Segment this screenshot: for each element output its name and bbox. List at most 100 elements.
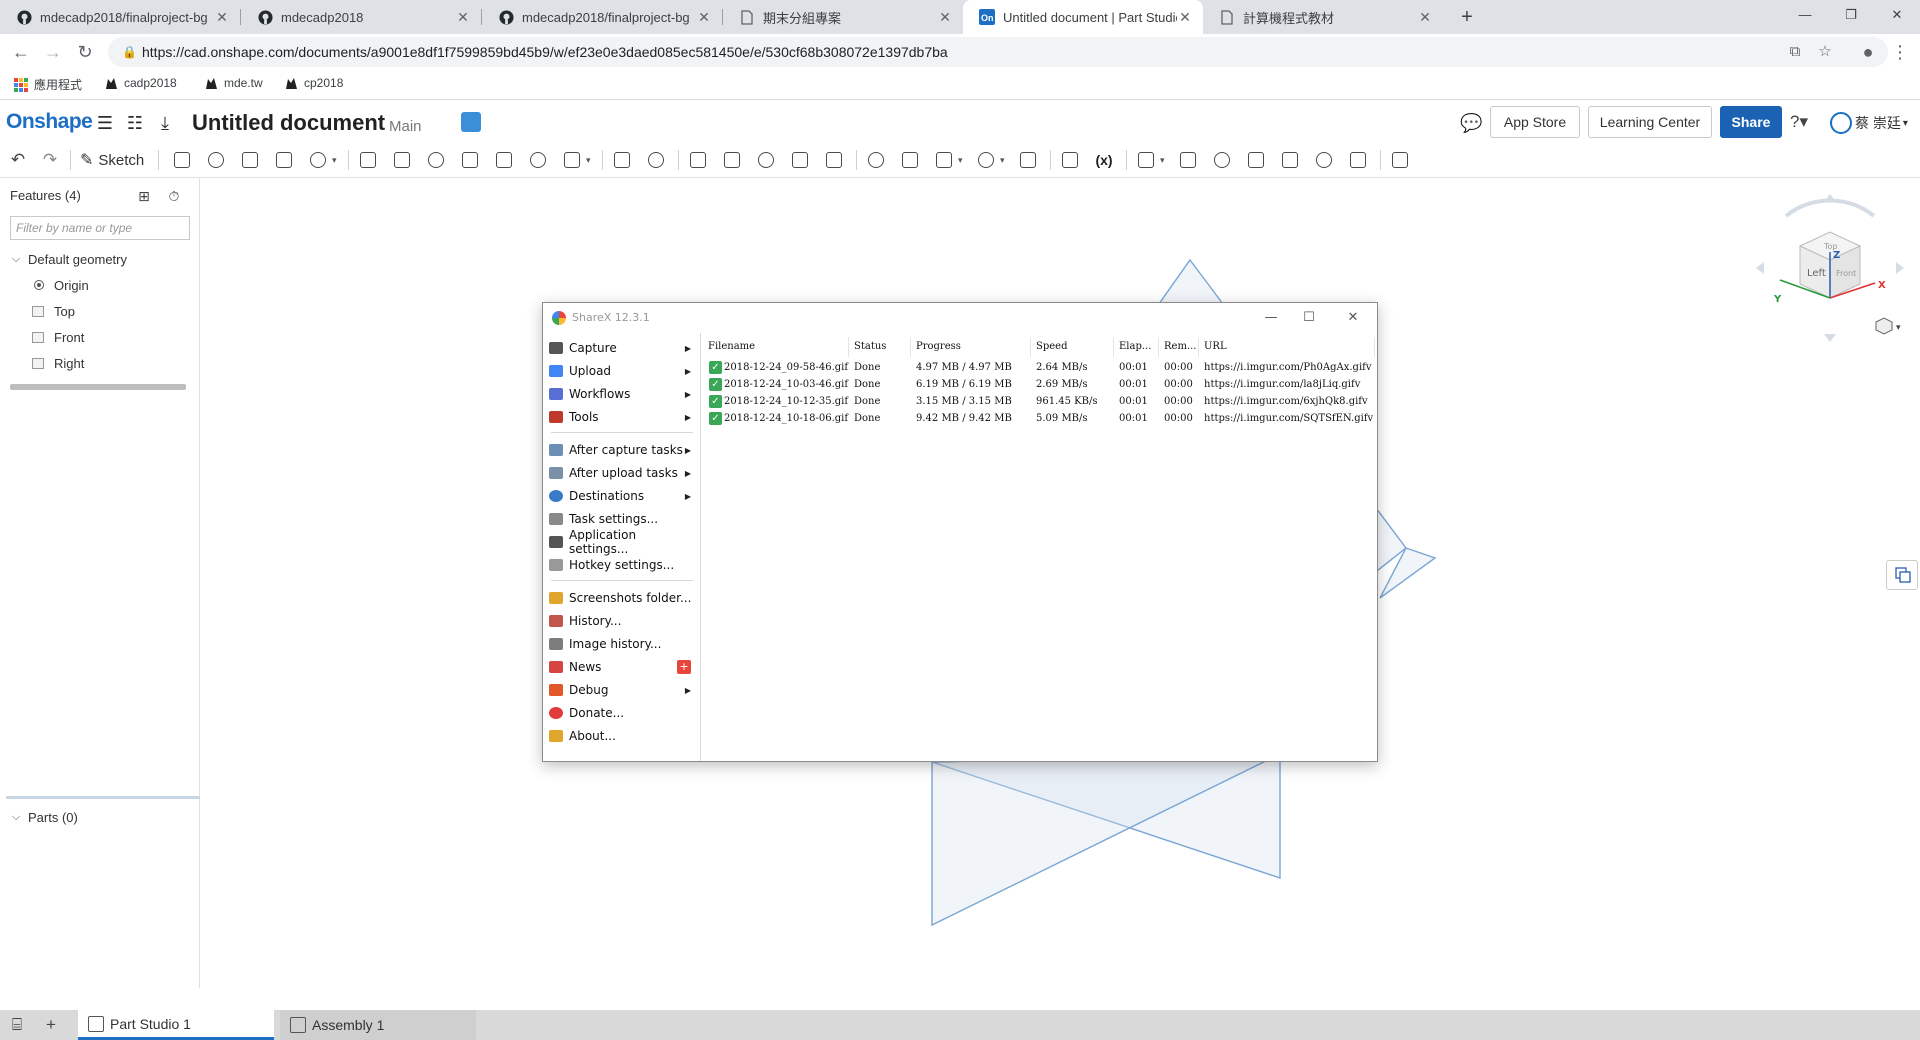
replace-face-icon[interactable] <box>898 148 922 172</box>
column-header[interactable]: Speed <box>1031 337 1114 357</box>
chamfer-icon[interactable] <box>390 148 414 172</box>
mirror-icon[interactable] <box>610 148 634 172</box>
transform-icon[interactable] <box>720 148 744 172</box>
insert-plus-icon[interactable] <box>1388 148 1412 172</box>
feature-item-front[interactable]: Front <box>32 326 84 348</box>
tab-manager-icon[interactable]: ⌸ <box>6 1015 28 1035</box>
sharex-menu-news[interactable]: News + <box>549 656 699 678</box>
sharex-titlebar[interactable]: ShareX 12.3.1 — ☐ ✕ <box>543 303 1377 333</box>
close-tab-icon[interactable]: ✕ <box>1177 9 1193 26</box>
table-row[interactable]: ✓ 2018-12-24_09-58-46.gif Done 4.97 MB / 4.… <box>703 359 1375 376</box>
rotate-left-icon[interactable] <box>1756 262 1764 274</box>
version-graph-icon[interactable] <box>461 112 481 132</box>
user-menu[interactable]: 蔡 崇廷 ▾ <box>1830 112 1908 134</box>
close-tab-icon[interactable]: ✕ <box>1417 9 1433 26</box>
view-options-icon[interactable] <box>1875 317 1893 335</box>
plane-icon[interactable] <box>932 148 956 172</box>
tab-assembly-1[interactable]: Assembly 1 <box>280 1010 476 1040</box>
close-window-button[interactable]: ✕ <box>1874 0 1920 30</box>
column-header[interactable]: Filename <box>703 337 849 357</box>
sharex-menu-hotkey-settings[interactable]: Hotkey settings... <box>549 554 699 576</box>
column-header[interactable]: Rem... <box>1159 337 1199 357</box>
back-arrow-icon[interactable]: ← <box>7 38 35 66</box>
chevron-down-icon[interactable]: ▾ <box>586 155 594 165</box>
browser-menu-icon[interactable]: ⋮ <box>1886 38 1914 66</box>
sweep-icon[interactable] <box>238 148 262 172</box>
profile-avatar-icon[interactable]: ● <box>1854 38 1882 66</box>
sharex-menu-after-capture-tasks[interactable]: After capture tasks ▶ <box>549 439 699 461</box>
sharex-menu-upload[interactable]: Upload ▶ <box>549 360 699 382</box>
tab-icon[interactable] <box>1210 148 1234 172</box>
feature-list-scrollbar[interactable] <box>10 384 186 390</box>
address-bar[interactable]: 🔒 https://cad.onshape.com/documents/a900… <box>108 37 1888 67</box>
feature-item-origin[interactable]: Origin <box>34 274 89 296</box>
sketch-button[interactable]: ✎ Sketch <box>80 148 144 172</box>
sharex-menu-destinations[interactable]: Destinations ▶ <box>549 485 699 507</box>
browser-tab[interactable]: 計算機程式教材 ✕ <box>1203 0 1443 34</box>
corner-icon[interactable] <box>1312 148 1336 172</box>
sharex-minimize-button[interactable]: — <box>1256 307 1286 329</box>
delete-part-icon[interactable] <box>754 148 778 172</box>
revolve-icon[interactable] <box>204 148 228 172</box>
feature-item-right[interactable]: Right <box>32 352 84 374</box>
chevron-down-icon[interactable]: ▾ <box>332 155 340 165</box>
browser-tab[interactable]: mdecadp2018 ✕ <box>241 0 481 34</box>
document-title[interactable]: Untitled document <box>192 110 385 136</box>
feature-filter-input[interactable]: Filter by name or type <box>10 216 190 240</box>
share-button[interactable]: Share <box>1720 106 1782 138</box>
default-geometry-group[interactable]: ⌵ Default geometry <box>8 248 127 270</box>
chevron-down-icon[interactable]: ▾ <box>958 155 966 165</box>
table-row[interactable]: ✓ 2018-12-24_10-12-35.gif Done 3.15 MB / 3.… <box>703 393 1375 410</box>
bend-icon[interactable] <box>1244 148 1268 172</box>
browser-tab[interactable]: 期末分組專案 ✕ <box>723 0 963 34</box>
insert-icon[interactable]: ⤓ <box>154 112 176 134</box>
insert-tab-icon[interactable]: + <box>40 1015 62 1035</box>
tab-part-studio-1[interactable]: Part Studio 1 <box>78 1010 274 1040</box>
sharex-menu-donate[interactable]: Donate... <box>549 702 699 724</box>
parts-divider[interactable] <box>6 796 200 799</box>
column-header[interactable]: Progress <box>911 337 1031 357</box>
minimize-window-button[interactable]: — <box>1782 0 1828 30</box>
fillet-icon[interactable] <box>356 148 380 172</box>
sharex-menu-about[interactable]: About... <box>549 725 699 747</box>
feature-tree-icon[interactable]: ☷ <box>124 112 146 134</box>
rotate-down-icon[interactable] <box>1824 334 1836 342</box>
draft-icon[interactable] <box>424 148 448 172</box>
bookmark-mde-tw[interactable]: mde.tw <box>204 76 263 90</box>
help-icon[interactable]: ?▾ <box>1790 112 1808 132</box>
add-folder-icon[interactable]: ⊞ <box>134 186 154 206</box>
measure-icon[interactable] <box>1058 148 1082 172</box>
boolean-icon[interactable] <box>644 148 668 172</box>
table-row[interactable]: ✓ 2018-12-24_10-03-46.gif Done 6.19 MB / 6.… <box>703 376 1375 393</box>
pattern-icon[interactable] <box>560 148 584 172</box>
rotate-right-icon[interactable] <box>1896 262 1904 274</box>
redo-icon[interactable]: ↷ <box>38 148 62 172</box>
browser-tab[interactable]: mdecadp2018/finalproject-bg ✕ <box>0 0 240 34</box>
column-header[interactable]: URL <box>1199 337 1375 357</box>
sharex-close-button[interactable]: ✕ <box>1338 307 1368 329</box>
parts-group[interactable]: ⌵ Parts (0) <box>8 806 78 828</box>
url-text[interactable]: https://cad.onshape.com/documents/a9001e… <box>142 44 948 60</box>
view-settings-icon[interactable] <box>1886 560 1918 590</box>
restore-window-button[interactable]: ❐ <box>1828 0 1874 30</box>
feature-item-top[interactable]: Top <box>32 300 75 322</box>
sharex-menu-after-upload-tasks[interactable]: After upload tasks ▶ <box>549 462 699 484</box>
form-icon[interactable] <box>1278 148 1302 172</box>
undo-icon[interactable]: ↶ <box>6 148 30 172</box>
browser-tab[interactable]: mdecadp2018/finalproject-bg ✕ <box>482 0 722 34</box>
delete-face-icon[interactable] <box>822 148 846 172</box>
bookmark-cadp2018[interactable]: cadp2018 <box>104 76 177 90</box>
comment-icon[interactable]: 💬 <box>1460 112 1482 134</box>
new-tab-button[interactable]: + <box>1454 4 1480 30</box>
chevron-down-icon[interactable]: ▾ <box>1896 322 1901 332</box>
modify-fillet-icon[interactable] <box>788 148 812 172</box>
onshape-logo[interactable]: Onshape <box>6 110 93 134</box>
hole-icon[interactable] <box>526 148 550 172</box>
app-store-button[interactable]: App Store <box>1490 106 1580 138</box>
close-tab-icon[interactable]: ✕ <box>937 9 953 26</box>
close-tab-icon[interactable]: ✕ <box>696 9 712 26</box>
sharex-menu-tools[interactable]: Tools ▶ <box>549 406 699 428</box>
mate-connector-icon[interactable] <box>1016 148 1040 172</box>
loft-icon[interactable] <box>272 148 296 172</box>
helix-icon[interactable] <box>974 148 998 172</box>
